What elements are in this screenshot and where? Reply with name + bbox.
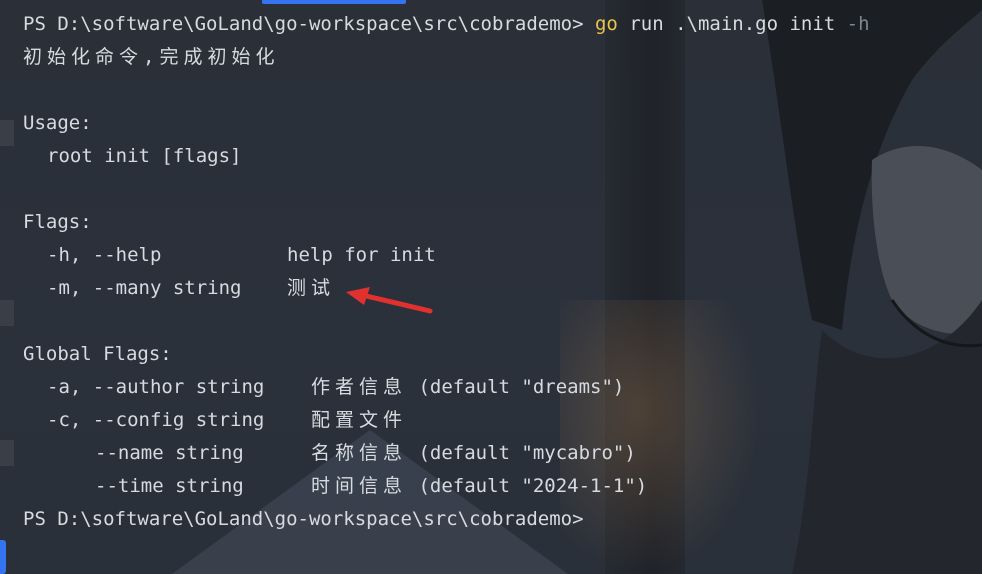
active-tab-underline <box>262 0 406 4</box>
flag-desc: help for init <box>287 244 436 266</box>
usage-header: Usage: <box>23 112 92 134</box>
global-flag-row: --name string 名称信息 (default "mycabro") <box>23 437 982 470</box>
toolbar-segment <box>0 300 14 326</box>
flag-desc: 测试 <box>287 277 336 299</box>
usage-line: root init [flags] <box>47 145 242 167</box>
global-flag-name: --time string <box>95 475 244 497</box>
red-arrow-icon <box>346 287 433 314</box>
global-flag-row: -c, --config string 配置文件 <box>23 404 982 437</box>
global-flag-desc: 配置文件 <box>311 409 408 431</box>
command-go: go <box>594 13 618 35</box>
prompt: PS D:\software\GoLand\go-workspace\src\c… <box>23 13 584 35</box>
global-flag-name: -a, --author string <box>47 376 265 398</box>
global-flag-desc: 时间信息 <box>311 475 408 497</box>
toolbar-active-indicator[interactable] <box>0 540 6 574</box>
global-flag-row: --time string 时间信息 (default "2024-1-1") <box>23 470 982 503</box>
flag-row: -h, --help help for init <box>23 239 982 272</box>
command-flag: -h <box>846 13 870 35</box>
command-args: run .\main.go init <box>629 13 836 35</box>
global-flags-header: Global Flags: <box>23 343 172 365</box>
flag-name: -h, --help <box>47 244 162 266</box>
command-description: 初始化命令,完成初始化 <box>23 46 280 68</box>
terminal-output[interactable]: PS D:\software\GoLand\go-workspace\src\c… <box>23 8 982 536</box>
global-flag-name: --name string <box>95 442 244 464</box>
global-flag-row: -a, --author string 作者信息 (default "dreams… <box>23 371 982 404</box>
toolbar-segment <box>0 440 14 466</box>
global-flag-desc: 作者信息 <box>311 376 408 398</box>
command-line: PS D:\software\GoLand\go-workspace\src\c… <box>23 8 982 41</box>
flags-header: Flags: <box>23 211 92 233</box>
global-flag-name: -c, --config string <box>47 409 265 431</box>
global-flag-default: (default "dreams") <box>418 376 625 398</box>
ide-left-toolbar <box>0 0 14 574</box>
toolbar-segment <box>0 120 14 146</box>
global-flag-default: (default "2024-1-1") <box>418 475 648 497</box>
final-prompt: PS D:\software\GoLand\go-workspace\src\c… <box>23 508 584 530</box>
flag-name: -m, --many string <box>47 277 242 299</box>
global-flag-default: (default "mycabro") <box>418 442 636 464</box>
global-flag-desc: 名称信息 <box>311 442 408 464</box>
flag-row: -m, --many string 测试 <box>23 272 982 305</box>
